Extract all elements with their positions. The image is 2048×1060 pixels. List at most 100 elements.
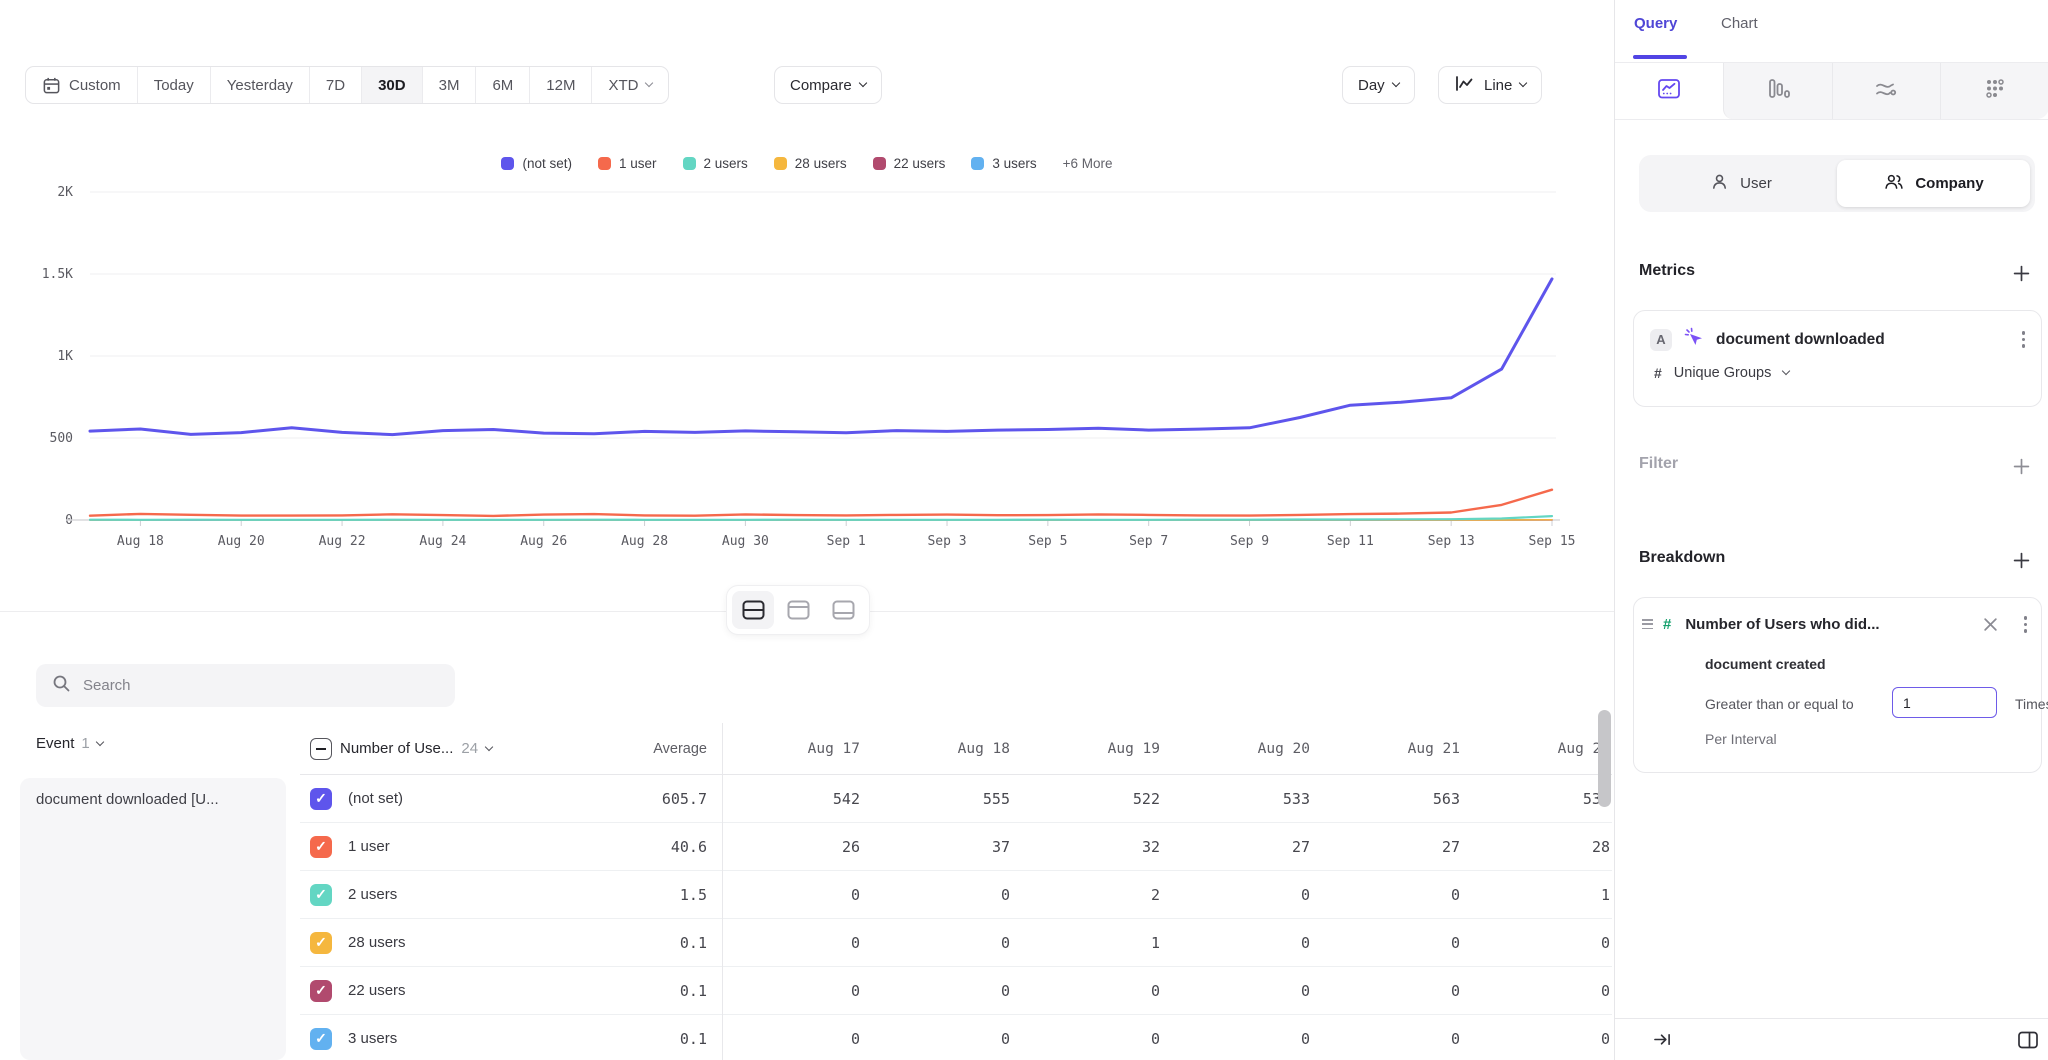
svg-text:Sep 9: Sep 9 [1230,534,1269,549]
add-filter-button[interactable] [2010,455,2032,477]
vertical-scrollbar[interactable] [1598,710,1611,807]
bar-chart-icon [1765,77,1791,106]
layout-table-button[interactable] [822,591,864,629]
table-header-row: Number of Use... 24 Average Aug 17Aug 18… [300,723,1612,775]
metric-card[interactable]: A document downloaded # Unique Groups [1633,310,2042,407]
chevron-down-icon [1519,79,1527,87]
series-checkbox[interactable]: ✓ [310,1028,332,1050]
svg-text:Sep 1: Sep 1 [827,534,866,549]
cell-value: 0 [722,982,862,1000]
series-label: 1 user [348,838,390,855]
layout-split-button[interactable] [732,591,774,629]
series-label: 3 users [348,1030,397,1047]
series-checkbox[interactable]: ✓ [310,980,332,1002]
range-today[interactable]: Today [138,67,211,103]
breakdown-menu-button[interactable] [2020,612,2032,637]
measure-selector[interactable]: # Unique Groups [1634,353,2041,381]
cell-value: 555 [862,790,1012,808]
group-column-header[interactable]: Number of Use... 24 [300,738,560,760]
range-label: Custom [69,77,121,94]
table-row: ✓3 users0.1000000 [300,1015,1612,1060]
date-column-header: Aug 21 [1312,741,1462,757]
breakdown-heading: Breakdown [1639,549,1725,567]
series-label: 2 users [348,886,397,903]
svg-text:Sep 3: Sep 3 [927,534,966,549]
range-custom[interactable]: Custom [26,67,138,103]
tab-underline [1633,55,1687,59]
svg-text:Sep 5: Sep 5 [1028,534,1067,549]
search-input[interactable] [83,677,413,694]
series-checkbox[interactable]: ✓ [310,788,332,810]
cell-value: 522 [1012,790,1162,808]
times-input[interactable] [1892,687,1997,718]
breakdown-card[interactable]: # Number of Users who did... document cr… [1633,597,2042,773]
main-content: Custom Today Yesterday 7D 30D 3M 6M 12M … [0,0,1614,1060]
cell-value: 0 [722,886,862,904]
range-xtd[interactable]: XTD [592,67,668,103]
interval-button[interactable]: Day [1342,66,1415,104]
range-30d[interactable]: 30D [362,67,423,103]
add-metric-button[interactable] [2010,262,2032,284]
table-row: ✓1 user40.6263732272728 [300,823,1612,871]
chevron-down-icon [858,79,866,87]
svg-text:Aug 18: Aug 18 [117,534,164,549]
user-icon [1709,171,1730,196]
viewmode-grid-button[interactable] [1940,63,2048,119]
svg-text:Aug 20: Aug 20 [218,534,265,549]
date-column-header: Aug 22 [1462,741,1612,757]
range-3m[interactable]: 3M [423,67,477,103]
svg-text:Sep 15: Sep 15 [1529,534,1576,549]
range-12m[interactable]: 12M [530,67,592,103]
cell-value: 0 [862,1030,1012,1048]
compare-button[interactable]: Compare [774,66,882,104]
metric-title: document downloaded [1716,331,2007,349]
range-6m[interactable]: 6M [476,67,530,103]
drag-handle-icon[interactable] [1640,617,1655,631]
add-breakdown-button[interactable] [2010,549,2032,571]
column-divider [722,723,723,1060]
collapse-panel-icon[interactable] [1653,1031,1672,1048]
viewmode-line-button[interactable] [1615,63,1723,119]
cell-value: 0 [1312,886,1462,904]
range-yesterday[interactable]: Yesterday [211,67,310,103]
series-checkbox[interactable]: ✓ [310,884,332,906]
tab-chart[interactable]: Chart [1721,15,1758,32]
scope-company-button[interactable]: Company [1837,160,2030,207]
chevron-down-icon [95,737,103,745]
line-chart[interactable]: 05001K1.5K2KAug 18Aug 20Aug 22Aug 24Aug … [0,120,1614,570]
cell-value: 0 [722,934,862,952]
company-icon [1883,171,1905,196]
close-icon[interactable] [1981,615,2000,634]
cell-value: 0 [1462,1030,1612,1048]
series-checkbox[interactable]: ✓ [310,836,332,858]
range-7d[interactable]: 7D [310,67,362,103]
cell-value: 0 [1312,982,1462,1000]
chart-type-button[interactable]: Line [1438,66,1542,104]
cell-value: 0 [1012,1030,1162,1048]
side-panel-icon[interactable] [2017,1030,2039,1050]
average-value: 605.7 [560,790,722,808]
breakdown-condition-label: Greater than or equal to [1705,696,1854,712]
table-body: ✓(not set)605.7542555522533563534✓1 user… [300,775,1612,1060]
panel-footer [1615,1018,2048,1060]
metric-menu-button[interactable] [2018,327,2030,352]
breakdown-event-name: document created [1705,656,1826,672]
event-column-header[interactable]: Event 1 [36,735,103,752]
viewmode-bar-button[interactable] [1723,63,1832,119]
viewmode-flow-button[interactable] [1832,63,1941,119]
breakdown-title: Number of Users who did... [1685,616,1972,633]
series-label: 22 users [348,982,406,999]
series-checkbox[interactable]: ✓ [310,932,332,954]
scope-user-button[interactable]: User [1644,160,1837,207]
tab-query[interactable]: Query [1634,15,1677,32]
cell-value: 0 [862,886,1012,904]
scope-toggle: User Company [1639,155,2035,212]
event-row-item[interactable]: document downloaded [U... [20,778,286,1060]
select-all-checkbox[interactable] [310,738,332,760]
number-icon: # [1654,365,1662,381]
cell-value: 28 [1462,838,1612,856]
cell-value: 0 [722,1030,862,1048]
cell-value: 563 [1312,790,1462,808]
cell-value: 0 [1012,982,1162,1000]
layout-chart-button[interactable] [777,591,819,629]
